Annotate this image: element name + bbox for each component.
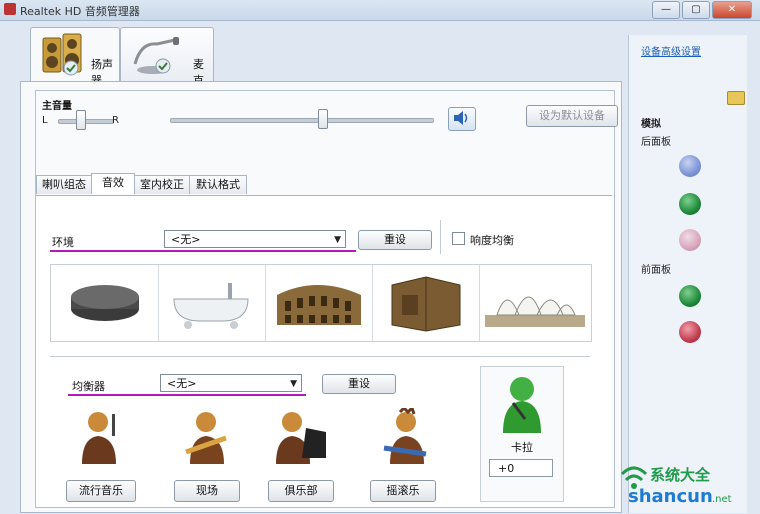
- mute-button[interactable]: [448, 107, 476, 131]
- environment-highlight: [50, 250, 356, 252]
- live-preset-button[interactable]: 现场: [174, 480, 240, 502]
- front-jack-red[interactable]: [679, 321, 701, 343]
- watermark-brand: 系统大全: [650, 466, 711, 484]
- club-preset-button[interactable]: 俱乐部: [268, 480, 334, 502]
- main-volume-label: 主音量: [42, 101, 72, 112]
- karaoke-singer-icon: [503, 377, 541, 433]
- equalizer-select[interactable]: <无> ▼: [160, 374, 302, 392]
- tab-speaker-config[interactable]: 喇叭组态: [36, 175, 92, 194]
- set-default-device-button[interactable]: 设为默认设备: [526, 105, 618, 127]
- tab-microphone[interactable]: 麦克风: [120, 27, 214, 103]
- rock-preset-button[interactable]: 摇滚乐: [370, 480, 436, 502]
- tab-speaker[interactable]: 扬声器: [30, 27, 120, 87]
- environment-select-value: <无>: [171, 233, 201, 246]
- maximize-button[interactable]: ▢: [682, 1, 710, 19]
- rock-guitarist-icon: [383, 408, 427, 464]
- folder-icon[interactable]: [727, 91, 745, 105]
- environment-opera-house[interactable]: [479, 265, 591, 341]
- chevron-down-icon: ▼: [290, 379, 297, 389]
- environment-reset-button[interactable]: 重设: [358, 230, 432, 250]
- minimize-button[interactable]: —: [652, 1, 680, 19]
- karaoke-panel: 卡拉 +0: [480, 366, 564, 502]
- advanced-settings-link[interactable]: 设备高级设置: [641, 43, 701, 58]
- rear-panel-label: 后面板: [641, 137, 671, 148]
- bathtub-icon: [173, 283, 249, 329]
- separator: [50, 356, 590, 357]
- environment-bathroom[interactable]: [158, 265, 266, 341]
- equalizer-label: 均衡器: [72, 380, 105, 393]
- loudness-checkbox[interactable]: [452, 232, 465, 245]
- watermark-site: shancun: [628, 486, 713, 507]
- live-guitarist-icon: [185, 412, 227, 464]
- window-body: 扬声器 麦克风 主音量 L R: [0, 21, 760, 514]
- analog-label: 模拟: [641, 119, 661, 130]
- front-jack-green[interactable]: [679, 285, 701, 307]
- tab-sound-effects[interactable]: 音效: [91, 173, 135, 194]
- microphone-icon: [133, 37, 179, 74]
- title-bar: Realtek HD 音频管理器 — ▢ ✕: [0, 0, 760, 21]
- balance-right-label: R: [112, 115, 119, 126]
- chevron-down-icon: ▼: [334, 235, 341, 245]
- site-watermark: 系统大全 shancun .net: [620, 462, 758, 512]
- rear-jack-green[interactable]: [679, 193, 701, 215]
- side-panel: 设备高级设置 模拟 后面板 前面板: [628, 35, 747, 513]
- rear-jack-blue[interactable]: [679, 155, 701, 177]
- front-panel-label: 前面板: [641, 265, 671, 276]
- watermark-suffix: .net: [712, 494, 732, 505]
- loudness-label: 响度均衡: [470, 234, 514, 247]
- stone-disc-icon: [71, 285, 139, 321]
- balance-slider-thumb[interactable]: [76, 110, 86, 130]
- equalizer-reset-button[interactable]: 重设: [322, 374, 396, 394]
- speaker-icon: [42, 33, 82, 76]
- equalizer-highlight: [68, 394, 306, 396]
- club-pianist-icon: [276, 412, 326, 464]
- tab-room-correction[interactable]: 室内校正: [134, 175, 190, 194]
- environment-presets: [50, 264, 592, 342]
- environment-colosseum[interactable]: [265, 265, 373, 341]
- balance-left-label: L: [42, 115, 48, 126]
- window-title: Realtek HD 音频管理器: [20, 5, 140, 18]
- speaker-volume-icon: [454, 111, 468, 125]
- separator: [440, 220, 441, 254]
- equalizer-select-value: <无>: [167, 377, 197, 390]
- volume-slider-track: [170, 118, 434, 123]
- colosseum-icon: [277, 285, 361, 325]
- karaoke-value-field[interactable]: +0: [489, 459, 553, 477]
- tab-default-format[interactable]: 默认格式: [189, 175, 247, 194]
- close-button[interactable]: ✕: [712, 1, 752, 19]
- effects-panel: 环境 <无> ▼ 重设 响度均衡 均衡器 <无> ▼ 重设 流行音乐 现场 俱乐…: [36, 195, 612, 506]
- environment-stone[interactable]: [51, 265, 159, 341]
- balance-slider-track: [58, 119, 114, 124]
- karaoke-label: 卡拉: [511, 441, 533, 454]
- volume-slider-thumb[interactable]: [318, 109, 328, 129]
- app-icon: [4, 3, 16, 15]
- pop-preset-button[interactable]: 流行音乐: [66, 480, 136, 502]
- opera-house-icon: [485, 296, 585, 327]
- environment-select[interactable]: <无> ▼: [164, 230, 346, 248]
- room-icon: [391, 276, 461, 332]
- pop-singer-icon: [82, 412, 116, 464]
- speaker-content: 主音量 L R 设为默认设备 喇叭组态 音效 室内校正 默认格式 环境 <无> …: [35, 90, 618, 508]
- rear-jack-pink[interactable]: [679, 229, 701, 251]
- main-panel: 主音量 L R 设为默认设备 喇叭组态 音效 室内校正 默认格式 环境 <无> …: [20, 81, 622, 513]
- environment-room[interactable]: [372, 265, 480, 341]
- environment-label: 环境: [52, 236, 74, 249]
